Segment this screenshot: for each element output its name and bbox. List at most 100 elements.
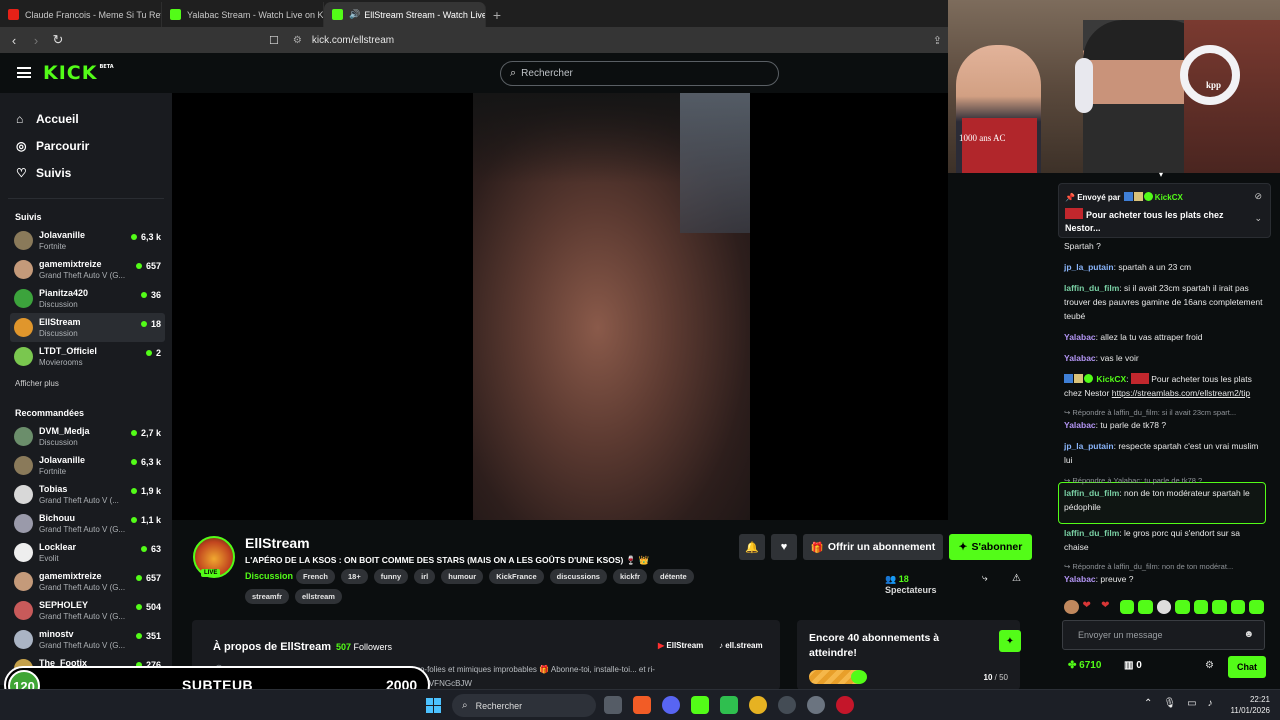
bookmark-icon[interactable]: ☐ — [269, 34, 279, 47]
app-icon[interactable] — [749, 696, 767, 714]
show-more-link[interactable]: Afficher plus — [0, 373, 172, 395]
browser-tab-yalabac[interactable]: Yalabac Stream - Watch Live on Kick — [162, 2, 324, 27]
network-icon[interactable]: ▭ — [1187, 698, 1196, 709]
chat-message[interactable]: laffin_du_film: le gros porc qui s'endor… — [1064, 526, 1264, 554]
tag-chip[interactable]: discussions — [549, 569, 607, 584]
share-icon[interactable]: ⤷ — [982, 573, 988, 584]
channel-name[interactable]: EllStream — [245, 535, 310, 551]
channel-points[interactable]: ✤ 6710 — [1068, 660, 1101, 671]
emote-icon[interactable] — [1064, 600, 1079, 614]
task-view-icon[interactable] — [604, 696, 622, 714]
expand-chevron-icon[interactable]: ⌄ — [1254, 213, 1262, 224]
chat-username[interactable]: laffin_du_film — [1064, 528, 1119, 538]
search-input[interactable]: ⌕ Rechercher — [500, 61, 779, 86]
emote-icon[interactable] — [1230, 600, 1246, 614]
chat-username[interactable]: jp_la_putain — [1064, 441, 1114, 451]
chat-username[interactable]: Yalabac — [1064, 353, 1096, 363]
chevron-up-icon[interactable]: ⌃ — [1144, 698, 1152, 709]
emote-icon[interactable] — [1249, 600, 1265, 614]
tag-chip[interactable]: KickFrance — [489, 569, 544, 584]
discord-icon[interactable] — [662, 696, 680, 714]
app-icon[interactable] — [691, 696, 709, 714]
chat-settings-icon[interactable]: ⚙ — [1205, 660, 1214, 671]
sidebar-channel-dvm_medja[interactable]: DVM_Medja Discussion 2,7 k — [10, 422, 165, 451]
nav-parcourir[interactable]: ◎ Parcourir — [16, 132, 172, 159]
sidebar-channel-locklear[interactable]: Locklear Evolit 63 — [10, 538, 165, 567]
site-info-icon[interactable]: ⚙ — [293, 35, 302, 46]
tag-chip[interactable]: French — [296, 569, 336, 584]
tag-chip[interactable]: streamfr — [245, 589, 290, 604]
tag-chip[interactable]: détente — [653, 569, 694, 584]
sidebar-channel-ltdt_officiel[interactable]: LTDT_Officiel Movierooms 2 — [10, 342, 165, 371]
app-icon[interactable] — [778, 696, 796, 714]
sidebar-channel-ellstream[interactable]: EllStream Discussion 18 — [10, 313, 165, 342]
chat-message[interactable]: KickCX: Pour acheter tous les plats chez… — [1064, 372, 1264, 400]
new-tab-button[interactable]: + — [486, 2, 508, 27]
sidebar-channel-gamemixtreize[interactable]: gamemixtreize Grand Theft Auto V (G... 657 — [10, 255, 165, 284]
pinned-message[interactable]: 📌 Envoyé par KickCX ⊘ Pour acheter tous … — [1058, 183, 1271, 238]
hide-icon[interactable]: ⊘ — [1254, 191, 1262, 202]
emoji-picker-icon[interactable]: ☻ — [1243, 629, 1254, 640]
chat-username[interactable]: laffin_du_film — [1064, 488, 1119, 498]
follow-heart-button[interactable]: ♥ — [771, 534, 797, 560]
share-page-icon[interactable]: ⇪ — [933, 34, 942, 47]
chat-message[interactable]: Yalabac: vas le voir — [1064, 351, 1264, 365]
clock[interactable]: 22:21 11/01/2026 — [1222, 694, 1270, 716]
forward-icon[interactable]: › — [25, 33, 47, 48]
nav-suivis[interactable]: ♡ Suivis — [16, 159, 172, 186]
settings-icon[interactable] — [807, 696, 825, 714]
emote-icon[interactable] — [1119, 600, 1135, 614]
emote-icon[interactable] — [1175, 600, 1190, 614]
brave-icon[interactable] — [633, 696, 651, 714]
taskbar-search[interactable]: ⌕ Rechercher — [452, 694, 596, 717]
stream-category[interactable]: Discussion — [245, 571, 293, 581]
gift-points[interactable]: ▥ 0 — [1124, 660, 1142, 671]
sidebar-channel-tobias[interactable]: Tobias Grand Theft Auto V (... 1,9 k — [10, 480, 165, 509]
chat-username[interactable]: Yalabac — [1064, 574, 1096, 584]
tag-chip[interactable]: humour — [441, 569, 484, 584]
chat-message-highlighted[interactable]: laffin_du_film: non de ton modérateur sp… — [1064, 486, 1264, 514]
emote-icon[interactable] — [1212, 600, 1227, 614]
volume-icon[interactable]: ♪ — [1208, 698, 1213, 709]
tag-chip[interactable]: funny — [373, 569, 409, 584]
chat-username[interactable]: laffin_du_film — [1064, 283, 1119, 293]
microphone-icon[interactable]: 🎙 — [1163, 698, 1176, 709]
sidebar-channel-jolavanille[interactable]: Jolavanille Fortnite 6,3 k — [10, 226, 165, 255]
windows-start-icon[interactable] — [426, 698, 441, 713]
emote-icon[interactable]: ❤ — [1101, 600, 1116, 614]
sidebar-channel-minostv[interactable]: minostv Grand Theft Auto V (G... 351 — [10, 625, 165, 654]
chat-username[interactable]: Yalabac — [1064, 420, 1096, 430]
emote-icon[interactable]: ❤ — [1083, 600, 1098, 614]
reply-context[interactable]: ↪ Répondre à laffin_du_film: non de ton … — [1064, 561, 1264, 572]
url-box[interactable]: ☐ ⚙ kick.com/ellstream — [269, 34, 394, 47]
tiktok-link[interactable]: ♪ ell.stream — [719, 641, 763, 650]
youtube-link[interactable]: ▶ EllStream — [658, 641, 703, 650]
emote-icon[interactable] — [1138, 600, 1153, 614]
url-text[interactable]: kick.com/ellstream — [312, 35, 394, 46]
browser-tab-ellstream[interactable]: 🔊EllStream Stream - Watch Live✕ — [324, 2, 486, 27]
reply-context[interactable]: ↪ Répondre à Yalabac: tu parle de tk78 ? — [1064, 475, 1264, 486]
chat-username[interactable]: jp_la_putain — [1064, 262, 1114, 272]
tag-chip[interactable]: kickfr — [612, 569, 647, 584]
chat-message[interactable]: jp_la_putain: respecte spartah c'est un … — [1064, 439, 1264, 467]
chat-message[interactable]: laffin_du_film: si il avait 23cm spartah… — [1064, 281, 1264, 323]
tag-chip[interactable]: ellstream — [295, 589, 342, 604]
back-icon[interactable]: ‹ — [3, 33, 25, 48]
kick-logo[interactable]: KICK BETA — [43, 62, 114, 84]
notification-bell-button[interactable]: 🔔 — [739, 534, 765, 560]
sidebar-channel-sepholey[interactable]: SEPHOLEY Grand Theft Auto V (G... 504 — [10, 596, 165, 625]
browser-tab-youtube[interactable]: Claude Francois - Meme Si Tu Revenais — [0, 2, 162, 27]
reply-context[interactable]: ↪ Répondre à laffin_du_film: si il avait… — [1064, 407, 1264, 418]
goal-star-button[interactable]: ✦ — [999, 630, 1021, 652]
chat-username[interactable]: Yalabac — [1064, 332, 1096, 342]
chat-username[interactable]: KickCX — [1096, 374, 1126, 384]
reload-icon[interactable]: ↻ — [47, 32, 69, 48]
app-icon[interactable] — [836, 696, 854, 714]
report-icon[interactable]: ⚠ — [1012, 573, 1021, 584]
chat-message[interactable]: jp_la_putain: spartah a un 23 cm — [1064, 260, 1264, 274]
chat-link[interactable]: https://streamlabs.com/ellstream2/tip — [1112, 388, 1250, 398]
chat-message[interactable]: Yalabac: allez la tu vas attraper froid — [1064, 330, 1264, 344]
chat-message[interactable]: Yalabac: preuve ? — [1064, 572, 1264, 586]
emote-icon[interactable] — [1193, 600, 1209, 614]
sidebar-channel-jolavanille[interactable]: Jolavanille Fortnite 6,3 k — [10, 451, 165, 480]
